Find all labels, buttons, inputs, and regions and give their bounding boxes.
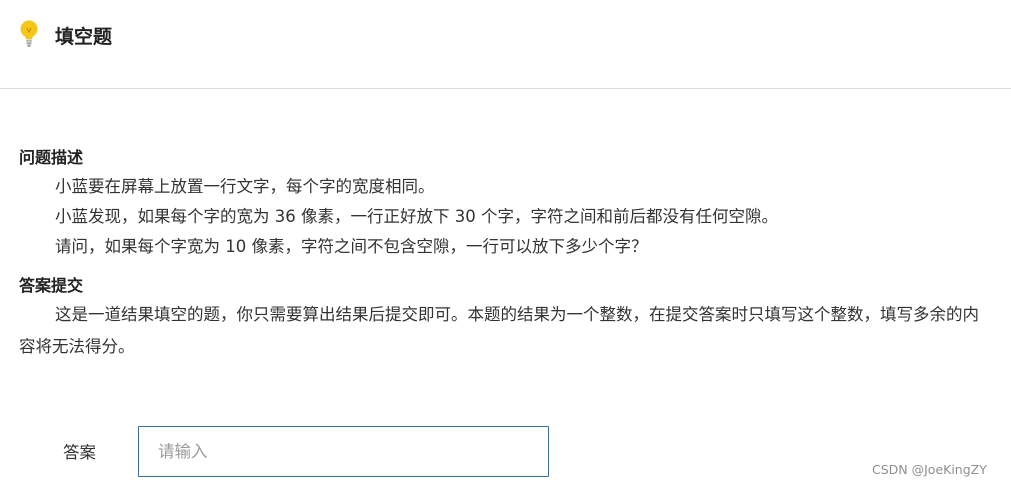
answer-label: 答案 [63,443,96,462]
question-header: 填空题 [0,0,1011,89]
answer-input[interactable] [138,426,549,477]
lightbulb-icon [19,19,39,49]
watermark: CSDN @JoeKingZY [872,462,987,477]
page-title: 填空题 [55,26,113,48]
problem-line-2: 小蓝发现，如果每个字的宽为 36 像素，一行正好放下 30 个字，字符之间和前后… [55,207,778,226]
problem-line-3: 请问，如果每个字宽为 10 像素，字符之间不包含空隙，一行可以放下多少个字？ [55,237,648,256]
problem-heading: 问题描述 [19,148,84,167]
submission-text: 这是一道结果填空的题，你只需要算出结果后提交即可。本题的结果为一个整数，在提交答… [19,305,979,356]
problem-line-1: 小蓝要在屏幕上放置一行文字，每个字的宽度相同。 [55,177,435,196]
submission-heading: 答案提交 [19,276,84,295]
page: 填空题 问题描述 小蓝要在屏幕上放置一行文字，每个字的宽度相同。 小蓝发现，如果… [0,0,1011,487]
